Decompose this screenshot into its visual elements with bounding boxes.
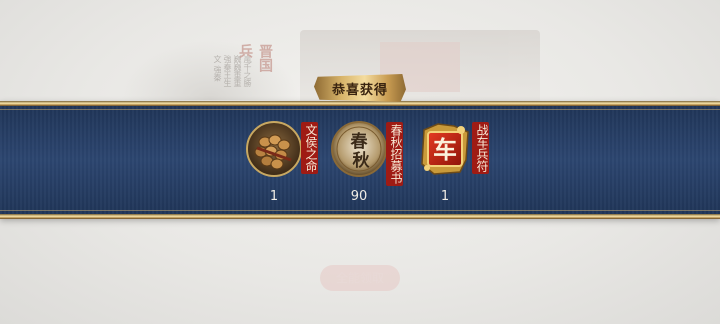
background-poem-text: 嵐千之勝 巍巍重重 強秦王生 文 強秦 bbox=[213, 55, 252, 87]
banner-bottom-trim bbox=[0, 214, 720, 219]
banner-top-line bbox=[0, 109, 720, 110]
banner-top-trim bbox=[0, 101, 720, 106]
reward-item-chunqiu[interactable]: 春 秋 90 春秋招募书 bbox=[330, 118, 426, 210]
svg-text:车: 车 bbox=[433, 135, 457, 164]
reward-name-label: 文侯之命 bbox=[301, 122, 318, 174]
reward-count: 1 bbox=[269, 189, 279, 204]
reward-count: 1 bbox=[440, 189, 450, 204]
banner-bottom-line bbox=[0, 210, 720, 211]
background-seal-title: 晋国兵 bbox=[237, 44, 273, 72]
reward-title-tag: 恭喜获得 bbox=[314, 74, 406, 102]
reward-title: 恭喜获得 bbox=[331, 82, 388, 98]
chariot-tally-icon: 车 bbox=[416, 120, 474, 178]
bamboo-scroll-bundle-icon bbox=[245, 120, 303, 178]
reward-count: 90 bbox=[350, 189, 368, 204]
reward-item-wenhou[interactable]: 1 文侯之命 bbox=[245, 118, 341, 210]
reward-item-chariot[interactable]: 车 1 战车兵符 bbox=[416, 118, 512, 210]
reward-name-label: 春秋招募书 bbox=[386, 122, 403, 186]
claim-all-button[interactable]: 全能领取 bbox=[320, 265, 400, 291]
svg-text:秋: 秋 bbox=[353, 150, 371, 171]
reward-name-label: 战车兵符 bbox=[472, 122, 489, 174]
svg-text:春: 春 bbox=[351, 131, 368, 152]
chunqiu-medallion-icon: 春 秋 bbox=[330, 120, 388, 178]
